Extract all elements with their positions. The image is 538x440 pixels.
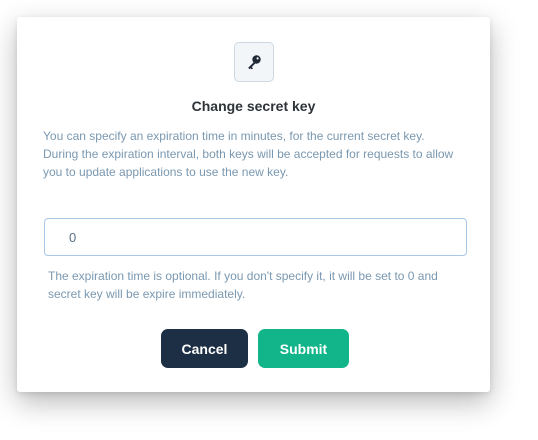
expiration-time-input[interactable] [44,218,467,256]
submit-button[interactable]: Submit [258,329,349,368]
key-icon-glyph [248,55,261,70]
dialog-title: Change secret key [191,98,316,114]
description-line-2: During the expiration interval, both key… [43,147,454,179]
cancel-button[interactable]: Cancel [161,329,248,368]
change-secret-key-dialog: Change secret key You can specify an exp… [17,17,490,392]
dialog-description: You can specify an expiration time in mi… [43,127,468,181]
description-line-1: You can specify an expiration time in mi… [43,129,425,143]
key-icon [234,42,274,82]
expiration-helper-text: The expiration time is optional. If you … [48,269,438,301]
